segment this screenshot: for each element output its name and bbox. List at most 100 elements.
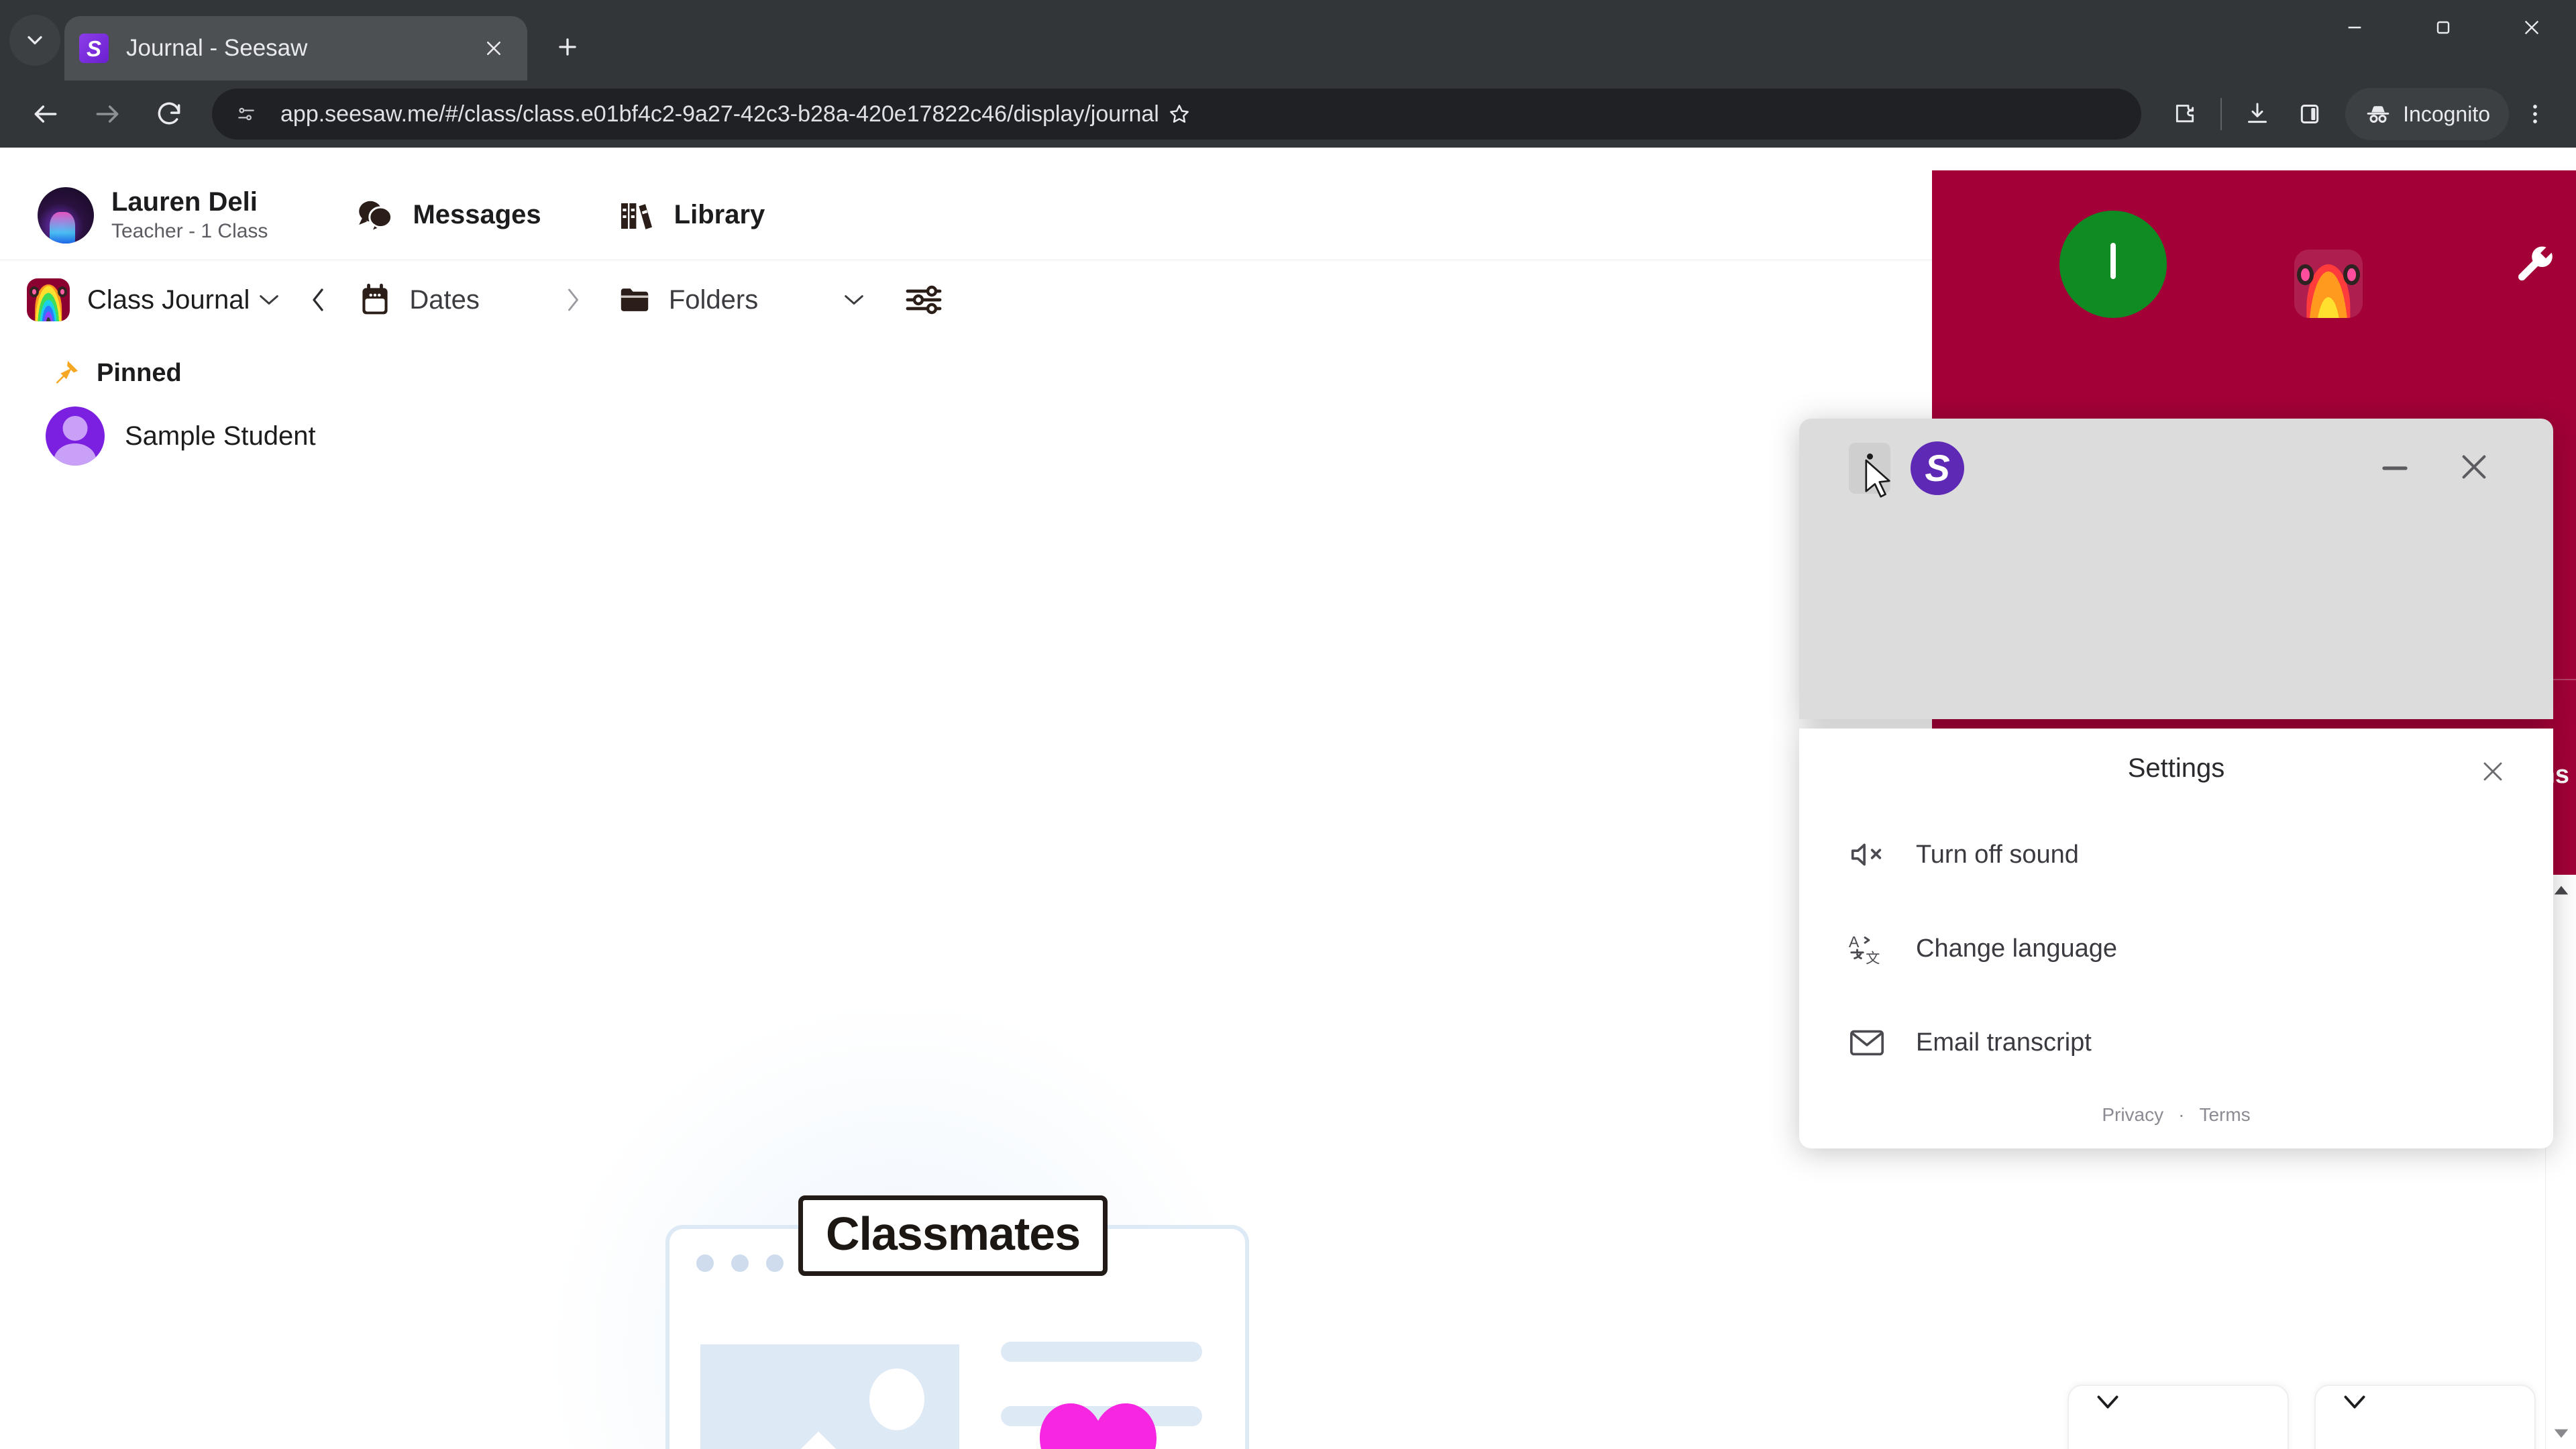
chevron-down-icon [28,36,42,45]
class-selector[interactable]: Class Journal [27,278,250,321]
classmates-illustration: Classmates [665,1195,1249,1449]
filter-button[interactable] [898,278,950,322]
settings-item-turn-off-sound[interactable]: Turn off sound [1799,808,2553,902]
settings-item-change-language[interactable]: A 文 Change language [1799,902,2553,996]
tab-close-button[interactable] [475,30,513,67]
chat-bubbles-icon [354,197,398,234]
site-settings-button[interactable] [228,96,264,132]
support-chat-widget: S Settings Turn off sound A 文 Change lan… [1799,419,2553,1148]
settings-item-label: Email transcript [1916,1028,2092,1057]
class-dropdown-button[interactable] [250,280,288,319]
browser-tab[interactable]: S Journal - Seesaw [64,16,527,80]
page-content: Lauren Deli Teacher - 1 Class Messages L… [0,170,2576,1449]
heart-icon [1040,1403,1157,1449]
back-button[interactable] [15,83,76,145]
tab-strip: S Journal - Seesaw [0,0,2576,80]
speaker-mute-icon [1843,835,1890,874]
window-minimize-button[interactable] [2310,0,2399,55]
nav-label-messages: Messages [413,200,541,229]
chat-close-button[interactable] [2449,441,2500,492]
plus-icon [559,38,576,56]
forward-arrow-icon [96,105,119,123]
privacy-link[interactable]: Privacy [2102,1104,2163,1126]
folders-breadcrumb[interactable]: Folders [614,281,758,319]
scroll-down-arrow-icon [2554,1429,2568,1438]
settings-close-button[interactable] [2471,750,2514,793]
scrollbar-down-button[interactable] [2546,1418,2576,1449]
nav-item-library[interactable]: Library [615,197,765,234]
chat-logo-letter: S [1925,447,1950,489]
close-icon [2524,20,2539,35]
minimize-icon [2348,26,2361,29]
bottom-card-1[interactable] [2068,1385,2289,1449]
star-icon [1169,105,1189,123]
folders-dropdown-button[interactable] [835,280,873,319]
downloads-button[interactable] [2231,88,2284,140]
downloads-icon [2248,103,2267,123]
footer-separator: · [2178,1104,2185,1125]
scroll-up-arrow-icon [2554,885,2568,895]
chat-widget-header: S [1799,419,2553,719]
incognito-indicator[interactable]: Incognito [2345,88,2509,140]
close-icon [2462,455,2486,479]
new-tab-button[interactable] [542,21,593,72]
maximize-icon [2436,21,2450,34]
sun-decoration [869,1368,924,1430]
chevron-left-icon [313,288,323,311]
student-name: Sample Student [125,421,316,451]
seesaw-chat-logo: S [1911,441,1964,495]
tab-title: Journal - Seesaw [126,35,308,61]
settings-footer: Privacy · Terms [1799,1104,2553,1126]
nav-item-messages[interactable]: Messages [354,197,541,234]
forward-button[interactable] [76,83,138,145]
profile-block[interactable]: Lauren Deli Teacher - 1 Class [38,186,268,244]
bottom-card-2[interactable] [2314,1385,2536,1449]
chevron-down-icon [260,295,279,305]
class-name: Class Journal [87,284,250,315]
chevron-down-icon [2097,1395,2118,1409]
reload-button[interactable] [138,83,200,145]
prev-date-button[interactable] [299,281,337,319]
rainbow-class-icon [27,278,70,321]
settings-item-label: Turn off sound [1916,840,2079,869]
chat-settings-panel: Settings Turn off sound A 文 Change langu… [1799,729,2553,1148]
favicon-letter: S [86,36,101,61]
side-panel-button[interactable] [2284,88,2336,140]
classmates-badge-text: Classmates [826,1208,1081,1260]
settings-item-email-transcript[interactable]: Email transcript [1799,996,2553,1089]
profile-name: Lauren Deli [111,186,258,217]
classmates-badge: Classmates [798,1195,1108,1276]
extensions-icon [2176,105,2194,123]
back-arrow-icon [34,105,57,123]
avatar [38,186,94,244]
photo-placeholder [700,1344,959,1449]
terms-link[interactable]: Terms [2199,1104,2250,1126]
window-dots-decoration [696,1254,784,1272]
chrome-menu-button[interactable] [2509,88,2561,140]
add-circle-icon[interactable] [2059,211,2167,318]
nav-label-library: Library [674,200,765,229]
extensions-button[interactable] [2159,88,2211,140]
translate-icon: A 文 [1843,929,1890,968]
svg-text:文: 文 [1866,950,1880,966]
address-bar[interactable]: app.seesaw.me/#/class/class.e01bf4c2-9a2… [212,89,2142,140]
tab-search-button[interactable] [9,15,60,66]
wrench-icon[interactable] [2514,244,2559,288]
close-icon [486,41,501,56]
bottom-card-group [2068,1385,2536,1449]
chat-minimize-button[interactable] [2371,444,2419,492]
filter-sliders-icon [906,285,942,315]
bookmark-button[interactable] [1159,94,1199,134]
books-icon [615,197,659,234]
seesaw-favicon: S [79,34,109,63]
window-maximize-button[interactable] [2399,0,2487,55]
url-text: app.seesaw.me/#/class/class.e01bf4c2-9a2… [280,101,1159,127]
dates-breadcrumb[interactable]: Dates [354,281,480,319]
window-close-button[interactable] [2487,0,2576,55]
chevron-right-icon [568,288,578,311]
mouse-cursor [1865,459,1890,498]
calendar-icon [354,281,396,319]
folder-icon [614,281,655,319]
chevron-down-icon [2344,1395,2365,1409]
settings-item-label: Change language [1916,934,2118,963]
